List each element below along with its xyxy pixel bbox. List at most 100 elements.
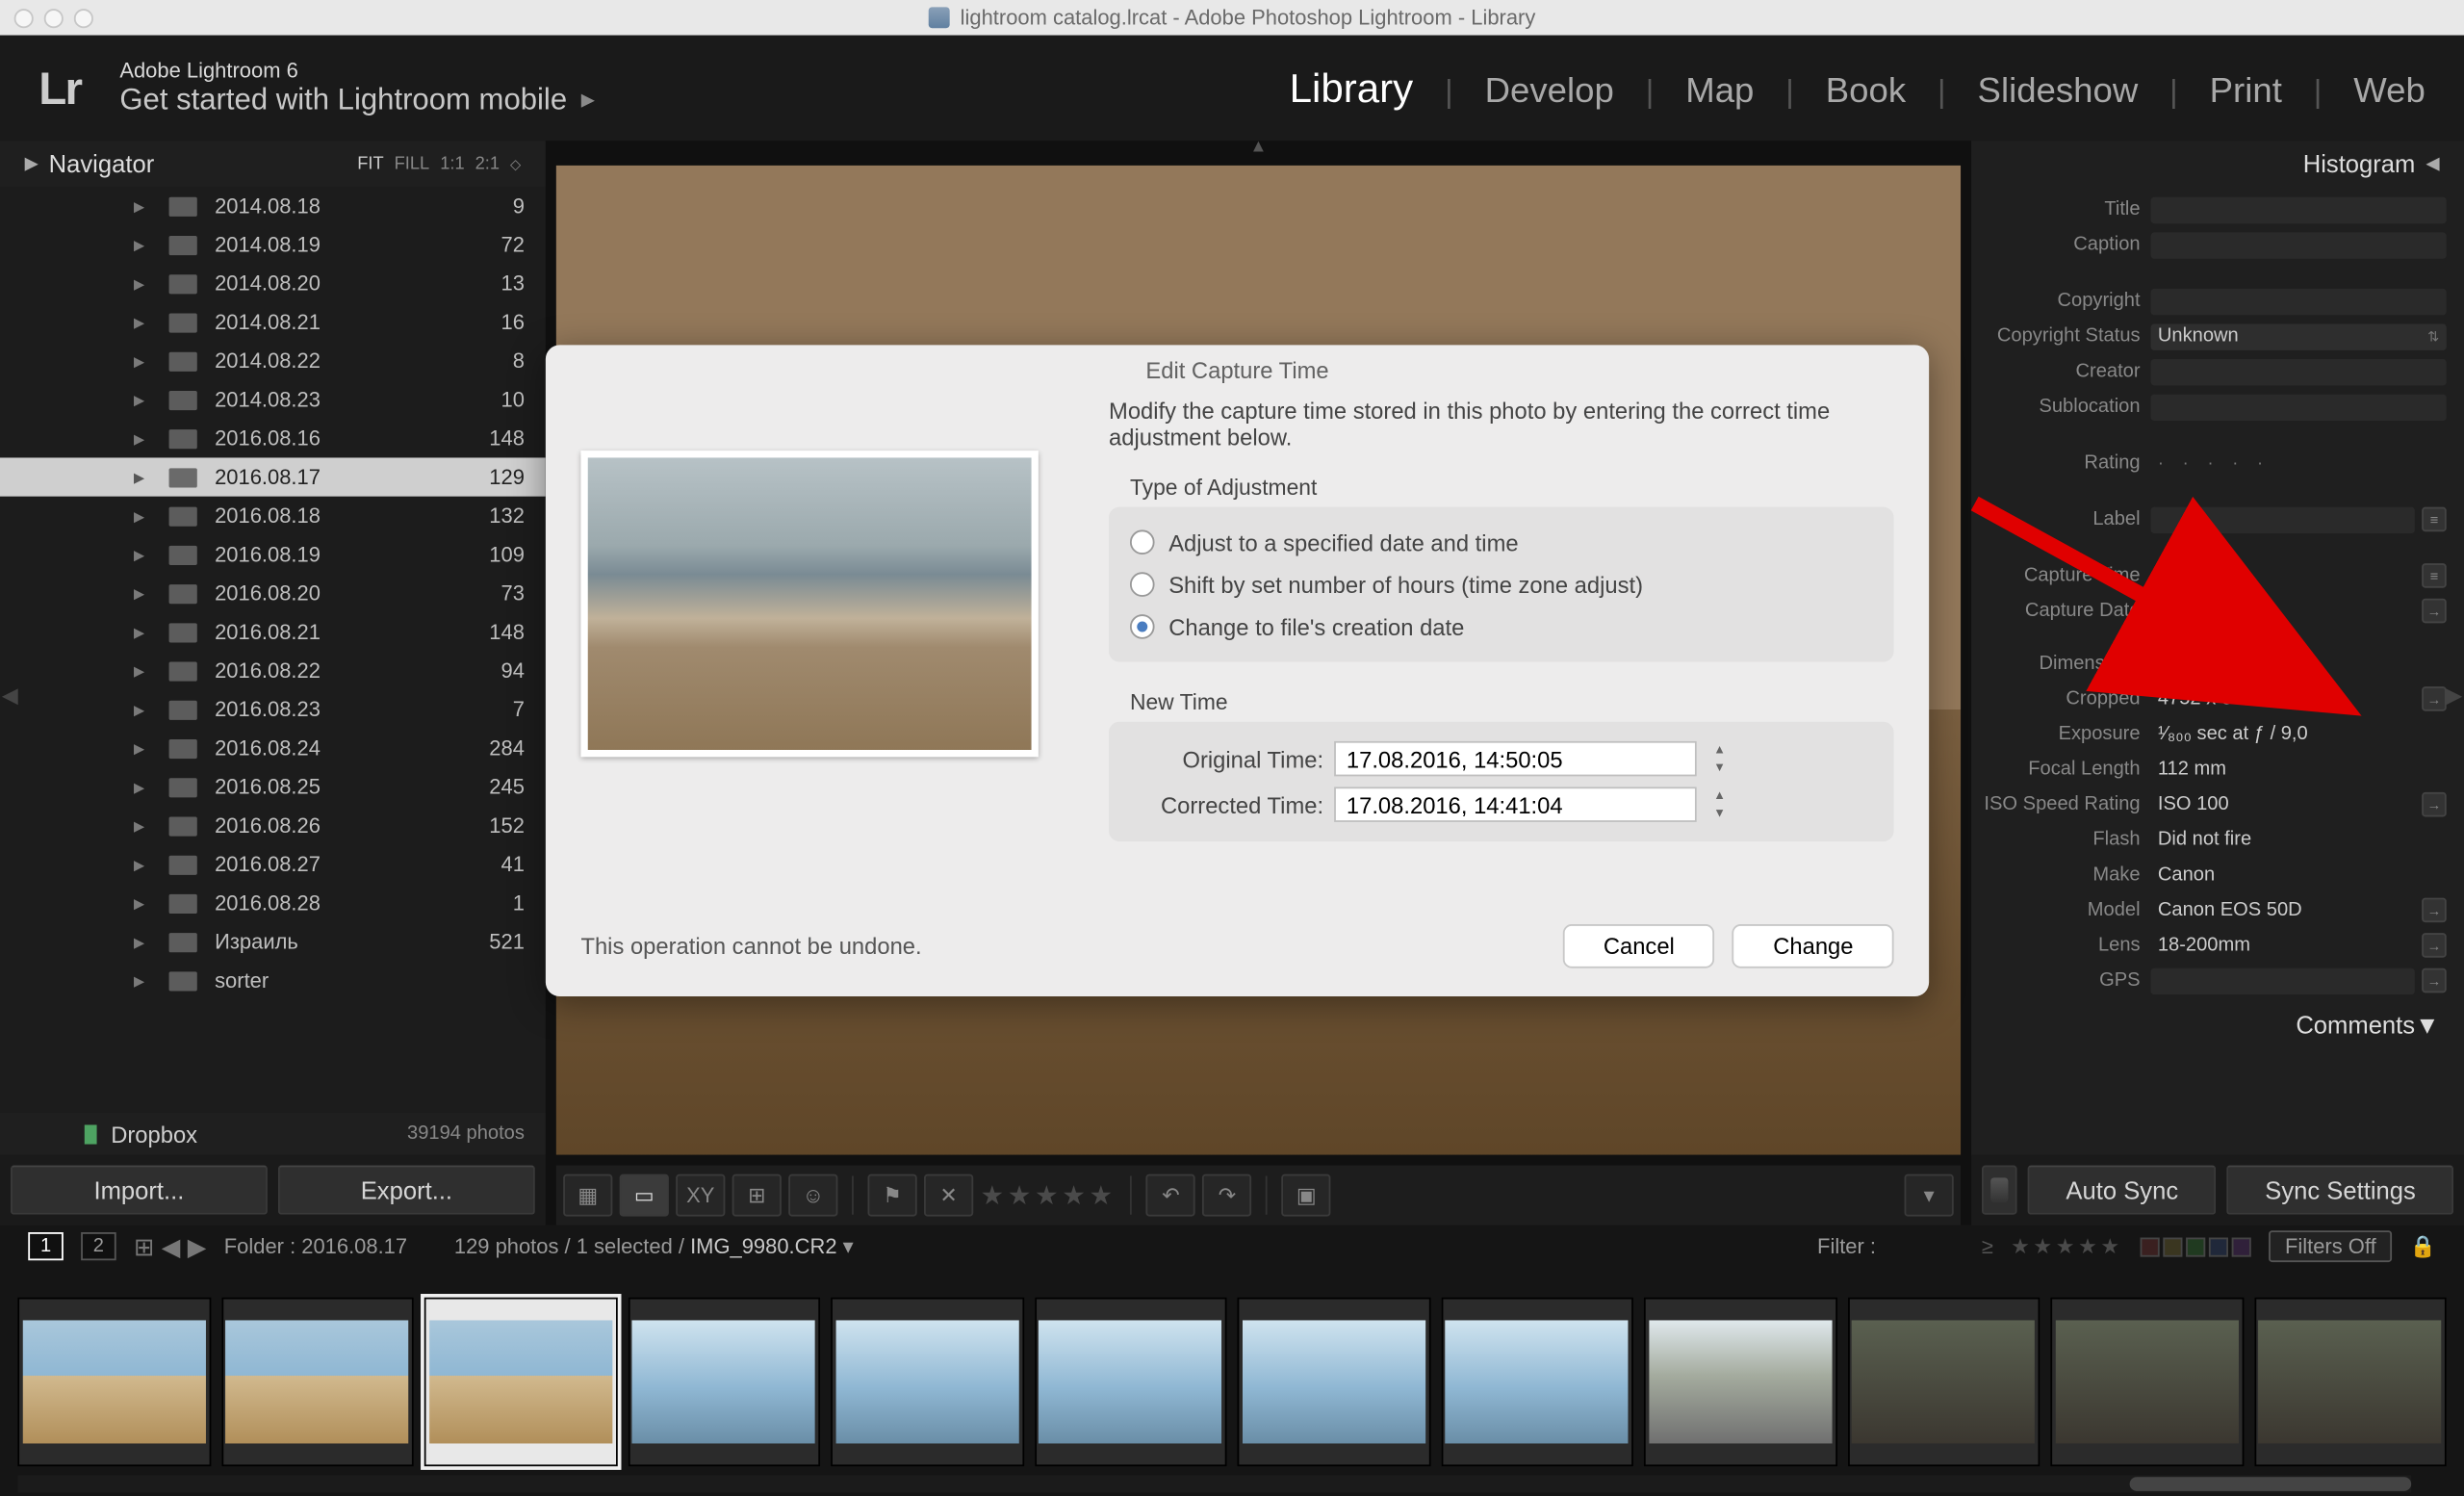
disclosure-triangle-icon[interactable]: ▶ [134, 972, 144, 988]
disclosure-triangle-icon[interactable]: ▶ [134, 934, 144, 949]
filters-off-dropdown[interactable]: Filters Off [2270, 1230, 2393, 1262]
folder-row[interactable]: ▶ 2016.08.16 148 [0, 419, 546, 457]
folder-row[interactable]: ▶ 2016.08.28 1 [0, 884, 546, 922]
filmstrip-thumb[interactable] [1034, 1298, 1226, 1467]
people-view-button[interactable]: ☺ [788, 1174, 837, 1217]
tag-button[interactable]: ▣ [1282, 1174, 1331, 1217]
comments-panel-header[interactable]: Comments▼ [1971, 1003, 2464, 1044]
cancel-button[interactable]: Cancel [1563, 924, 1715, 968]
module-web[interactable]: Web [2353, 71, 2426, 112]
radio-adjust-date[interactable]: Adjust to a specified date and time [1130, 521, 1873, 563]
original-time-input[interactable] [1334, 741, 1697, 777]
chip-yellow[interactable] [2164, 1237, 2183, 1256]
flag-pick-button[interactable]: ⚑ [867, 1174, 916, 1217]
disclosure-triangle-icon[interactable]: ▶ [134, 314, 144, 329]
lens-go-button[interactable]: → [2422, 933, 2447, 958]
chip-red[interactable] [2141, 1237, 2160, 1256]
folder-row[interactable]: ▶ 2014.08.21 16 [0, 303, 546, 342]
folder-row[interactable]: ▶ 2014.08.20 13 [0, 264, 546, 302]
disclosure-triangle-icon[interactable]: ▶ [134, 817, 144, 833]
folder-row[interactable]: ▶ 2014.08.22 8 [0, 342, 546, 380]
secondary-display-2-button[interactable]: 2 [81, 1232, 116, 1260]
filmstrip-thumb[interactable] [831, 1298, 1023, 1467]
close-window-icon[interactable] [14, 8, 34, 27]
disclosure-triangle-icon[interactable]: ▶ [134, 585, 144, 601]
filter-color-labels[interactable] [2141, 1237, 2251, 1256]
folder-row[interactable]: ▶ 2016.08.21 148 [0, 612, 546, 651]
filter-lock-icon[interactable]: 🔒 [2409, 1234, 2435, 1259]
left-panel-handle-icon[interactable]: ◀ [2, 683, 18, 708]
filter-compare-icon[interactable]: ≥ [1982, 1234, 1993, 1259]
filmstrip-thumb[interactable] [628, 1298, 820, 1467]
rating-stars[interactable]: ★★★★★ [981, 1179, 1116, 1211]
module-print[interactable]: Print [2210, 71, 2282, 112]
filmstrip-scrollbar[interactable] [17, 1475, 2411, 1492]
gps-go-button[interactable]: → [2422, 968, 2447, 993]
auto-sync-switch[interactable] [1982, 1166, 2017, 1215]
folders-list[interactable]: ▶ 2014.08.18 9▶ 2014.08.19 72▶ 2014.08.2… [0, 187, 546, 1113]
folder-row[interactable]: ▶ 2016.08.19 109 [0, 535, 546, 574]
corrected-time-stepper[interactable]: ▲▼ [1707, 787, 1732, 822]
folder-row[interactable]: ▶ 2016.08.17 129 [0, 457, 546, 496]
compare-view-button[interactable]: XY [676, 1174, 725, 1217]
filmstrip-thumb[interactable] [2254, 1298, 2447, 1467]
disclosure-triangle-icon[interactable]: ▶ [134, 275, 144, 291]
module-develop[interactable]: Develop [1485, 71, 1614, 112]
disclosure-triangle-icon[interactable]: ▶ [134, 508, 144, 524]
folder-row[interactable]: ▶ 2016.08.26 152 [0, 806, 546, 844]
filmstrip-thumb[interactable] [2050, 1298, 2243, 1467]
folder-row[interactable]: ▶ 2016.08.24 284 [0, 729, 546, 767]
histogram-panel-header[interactable]: Histogram◀ [1971, 141, 2464, 187]
source-path[interactable]: Folder : 2016.08.17 [224, 1234, 407, 1259]
model-go-button[interactable]: → [2422, 898, 2447, 923]
copyright-field[interactable] [2151, 288, 2447, 314]
filmstrip-thumb[interactable] [1847, 1298, 2040, 1467]
disclosure-triangle-icon[interactable]: ▶ [134, 895, 144, 911]
auto-sync-button[interactable]: Auto Sync [2028, 1166, 2217, 1215]
toolbar-chevron-button[interactable]: ▾ [1905, 1174, 1954, 1217]
folder-row[interactable]: ▶ 2014.08.19 72 [0, 225, 546, 264]
filter-rating-stars[interactable]: ★★★★★ [2011, 1234, 2123, 1259]
original-time-stepper[interactable]: ▲▼ [1707, 741, 1732, 777]
grid-view-button[interactable]: ▦ [563, 1174, 612, 1217]
folder-row[interactable]: ▶ 2014.08.18 9 [0, 187, 546, 225]
nav-mode-fill[interactable]: FILL [395, 154, 430, 173]
filmstrip-thumb[interactable] [1441, 1298, 1633, 1467]
filmstrip[interactable] [0, 1268, 2464, 1496]
module-book[interactable]: Book [1826, 71, 1906, 112]
chevron-updown-icon[interactable]: ◇ [510, 156, 521, 171]
folder-row[interactable]: ▶ 2016.08.22 94 [0, 652, 546, 690]
filmstrip-thumb[interactable] [17, 1298, 210, 1467]
grid-mode-icon[interactable]: ⊞ [134, 1231, 154, 1261]
disclosure-triangle-icon[interactable]: ▶ [134, 237, 144, 252]
disclosure-triangle-icon[interactable]: ▶ [134, 779, 144, 794]
filmstrip-thumb[interactable] [220, 1298, 413, 1467]
caption-field[interactable] [2151, 231, 2447, 257]
disclosure-triangle-icon[interactable]: ▶ [134, 392, 144, 407]
folder-row[interactable]: ▶ 2016.08.18 132 [0, 497, 546, 535]
filmstrip-thumb[interactable] [1238, 1298, 1430, 1467]
right-panel-handle-icon[interactable]: ▶ [2446, 683, 2462, 708]
minimize-window-icon[interactable] [44, 8, 64, 27]
disclosure-triangle-icon[interactable]: ▶ [134, 702, 144, 717]
title-field[interactable] [2151, 196, 2447, 222]
chip-blue[interactable] [2209, 1237, 2228, 1256]
import-button[interactable]: Import... [11, 1166, 268, 1215]
dropbox-row[interactable]: Dropbox 39194 photos [0, 1113, 546, 1155]
rotate-cw-button[interactable]: ↷ [1202, 1174, 1251, 1217]
disclosure-triangle-icon[interactable]: ▶ [134, 624, 144, 639]
disclosure-triangle-icon[interactable]: ▶ [134, 198, 144, 214]
rotate-ccw-button[interactable]: ↶ [1146, 1174, 1195, 1217]
iso-go-button[interactable]: → [2422, 792, 2447, 817]
folder-row[interactable]: ▶ 2016.08.20 73 [0, 574, 546, 612]
folder-row[interactable]: ▶ 2014.08.23 10 [0, 380, 546, 419]
disclosure-triangle-icon[interactable]: ▶ [134, 740, 144, 756]
capture-time-edit-button[interactable]: ≡ [2422, 563, 2447, 588]
disclosure-triangle-icon[interactable]: ▶ [134, 469, 144, 484]
secondary-display-1-button[interactable]: 1 [28, 1232, 64, 1260]
module-library[interactable]: Library [1290, 64, 1414, 112]
sync-settings-button[interactable]: Sync Settings [2227, 1166, 2453, 1215]
flag-reject-button[interactable]: ✕ [924, 1174, 973, 1217]
folder-row[interactable]: ▶ 2016.08.23 7 [0, 690, 546, 729]
filmstrip-thumb[interactable] [1644, 1298, 1836, 1467]
